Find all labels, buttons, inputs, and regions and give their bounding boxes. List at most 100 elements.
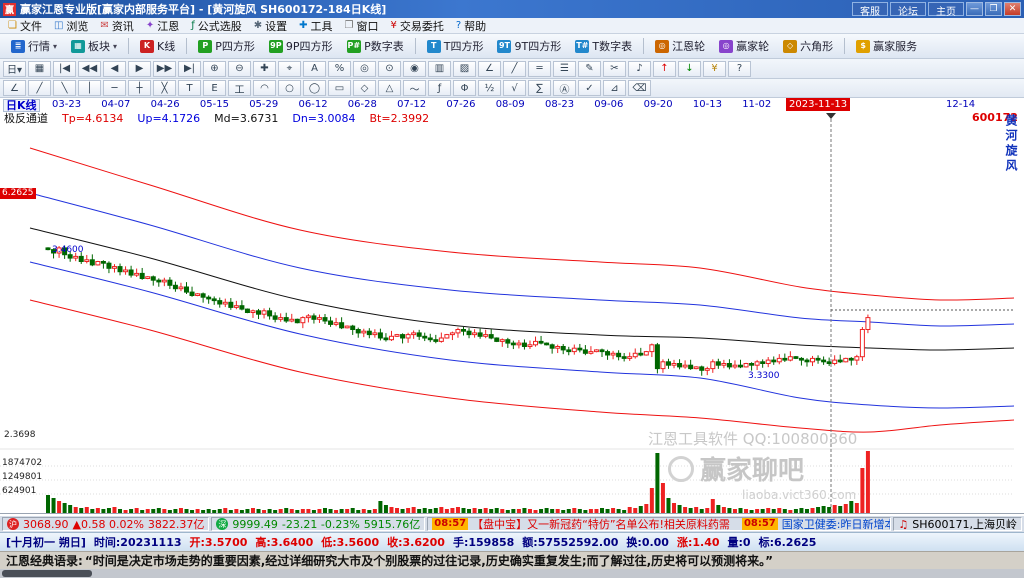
current-stock-panel[interactable]: ♫ SH600171,上海贝岭: [893, 517, 1022, 531]
ellipse-icon[interactable]: ◯: [303, 80, 326, 96]
trend-line-icon[interactable]: ╱: [503, 61, 526, 77]
home-button[interactable]: 主页: [928, 2, 964, 16]
erase-icon[interactable]: ⌫: [628, 80, 651, 96]
info-segment-7: 额:57552592.00: [522, 534, 618, 550]
menu-item-news[interactable]: ✉资讯: [94, 18, 139, 33]
target-icon[interactable]: ⌖: [278, 61, 301, 77]
measure-icon[interactable]: ⊿: [603, 80, 626, 96]
pencil-icon[interactable]: ✎: [578, 61, 601, 77]
9p-square-button[interactable]: 9P9P四方形: [262, 36, 340, 57]
menu-item-formula-stock-pick[interactable]: ƒ公式选股: [185, 18, 248, 33]
up-arrow-icon[interactable]: ↑: [653, 61, 676, 77]
first-bar-icon[interactable]: |◀: [53, 61, 76, 77]
percent-icon[interactable]: %: [328, 61, 351, 77]
sum-icon[interactable]: ∑: [528, 80, 551, 96]
x-cross-icon[interactable]: ╳: [153, 80, 176, 96]
quotes-icon: ≣: [11, 40, 25, 53]
wave-icon[interactable]: 〜: [403, 80, 426, 96]
winner-wheel-button[interactable]: ◎赢家轮: [712, 36, 776, 57]
circle-tool-icon[interactable]: ⊙: [378, 61, 401, 77]
check-icon[interactable]: ✓: [578, 80, 601, 96]
rectangle-icon[interactable]: ▭: [328, 80, 351, 96]
circle-draw-icon[interactable]: ○: [278, 80, 301, 96]
t-number-table-button[interactable]: T#T数字表: [568, 36, 639, 57]
rising-line-icon[interactable]: ╱: [28, 80, 51, 96]
bottom-scrollbar[interactable]: [0, 569, 1024, 578]
zoom-out-icon[interactable]: ⊖: [228, 61, 251, 77]
p-square-button[interactable]: PP四方形: [191, 36, 262, 57]
fib-icon[interactable]: ƒ: [428, 80, 451, 96]
vertical-line-icon[interactable]: │: [78, 80, 101, 96]
kline-button[interactable]: KK线: [133, 36, 182, 57]
bar-forward-icon[interactable]: ▶: [128, 61, 151, 77]
sectors-button[interactable]: ▦板块▾: [64, 36, 124, 57]
menu-item-file[interactable]: ❏文件: [2, 18, 48, 33]
p-number-table-button[interactable]: P#P数字表: [340, 36, 411, 57]
menu-item-tools[interactable]: ✚工具: [293, 18, 338, 33]
half-ratio-icon[interactable]: ½: [478, 80, 501, 96]
menu-item-gann[interactable]: ✦江恩: [140, 18, 185, 33]
help-icon[interactable]: ?: [728, 61, 751, 77]
gann-wheel-small-icon[interactable]: ◎: [353, 61, 376, 77]
gann-grid-icon[interactable]: 工: [228, 80, 251, 96]
indicator-name[interactable]: 极反通道: [4, 110, 48, 126]
title-bar[interactable]: 赢 赢家江恩专业版[赢家内部服务平台] - [黄河旋风 SH600172-184…: [0, 0, 1024, 18]
crosshair-icon[interactable]: ✚: [253, 61, 276, 77]
shenzhen-index-panel[interactable]: 深 9999.49 -23.21 -0.23% 5915.76亿: [211, 517, 425, 531]
winner-service-button[interactable]: $赢家服务: [849, 36, 924, 57]
board-view-icon[interactable]: ▦: [28, 61, 51, 77]
page-back-icon[interactable]: ◀◀: [78, 61, 101, 77]
bar-back-icon[interactable]: ◀: [103, 61, 126, 77]
abc-label-icon[interactable]: Ⓐ: [553, 80, 576, 96]
horizontal-line-icon[interactable]: ═: [528, 61, 551, 77]
maximize-button[interactable]: ❐: [985, 2, 1002, 16]
text-t-icon[interactable]: T: [178, 80, 201, 96]
news-ticker[interactable]: 08:57【盘中宝】又一新冠药“特仿”名单公布!相关原料药需08:57国家卫健委…: [427, 517, 891, 531]
info-bar: [十月初一 朔日]时间:20231113开:3.5700高:3.6400低:3.…: [0, 532, 1024, 551]
note-icon[interactable]: ♪: [628, 61, 651, 77]
triangle-icon[interactable]: △: [378, 80, 401, 96]
close-button[interactable]: ✕: [1004, 2, 1021, 16]
currency-icon[interactable]: ¥: [703, 61, 726, 77]
9t-square-button[interactable]: 9T9T四方形: [490, 36, 568, 57]
angle-icon[interactable]: ∠: [478, 61, 501, 77]
scissors-icon[interactable]: ✂: [603, 61, 626, 77]
text-tool-icon[interactable]: A: [303, 61, 326, 77]
scrollbar-thumb[interactable]: [2, 570, 92, 577]
quotes-button[interactable]: ≣行情▾: [4, 36, 64, 57]
kline-chart[interactable]: [0, 98, 1024, 516]
diamond-icon[interactable]: ◇: [353, 80, 376, 96]
gann-wheel-button[interactable]: ◎江恩轮: [648, 36, 712, 57]
shanghai-index-panel[interactable]: 沪 3068.90 ▲0.58 0.02% 3822.37亿: [2, 517, 209, 531]
menu-item-window[interactable]: ❐窗口: [339, 18, 385, 33]
t-square-button[interactable]: TT四方形: [420, 36, 491, 57]
down-arrow-icon[interactable]: ↓: [678, 61, 701, 77]
hexagon-button[interactable]: ◇六角形: [776, 36, 840, 57]
menu-item-settings[interactable]: ✱设置: [248, 18, 293, 33]
grid-icon[interactable]: ▥: [428, 61, 451, 77]
phi-icon[interactable]: Φ: [453, 80, 476, 96]
root-icon[interactable]: √: [503, 80, 526, 96]
menu-item-help[interactable]: ?帮助: [450, 18, 492, 33]
minimize-button[interactable]: —: [966, 2, 983, 16]
news-headline-0[interactable]: 【盘中宝】又一新冠药“特仿”名单公布!相关原料药需: [472, 517, 730, 531]
horizontal-ray-icon[interactable]: ─: [103, 80, 126, 96]
news-headline-1[interactable]: 国家卫健委:昨日新增本土确诊病例23: [782, 517, 892, 531]
arc-icon[interactable]: ◠: [253, 80, 276, 96]
menu-item-trade-order[interactable]: ¥交易委托: [384, 18, 449, 33]
falling-line-icon[interactable]: ╲: [53, 80, 76, 96]
elliott-wave-icon[interactable]: E: [203, 80, 226, 96]
customer-service-button[interactable]: 客服: [852, 2, 888, 16]
forum-button[interactable]: 论坛: [890, 2, 926, 16]
gann-angle-icon[interactable]: ∠: [3, 80, 26, 96]
cross-line-icon[interactable]: ┼: [128, 80, 151, 96]
date-axis[interactable]: 03-2304-0704-2605-1505-2906-1206-2807-12…: [0, 98, 1024, 111]
zoom-in-icon[interactable]: ⊕: [203, 61, 226, 77]
page-forward-icon[interactable]: ▶▶: [153, 61, 176, 77]
last-bar-icon[interactable]: ▶|: [178, 61, 201, 77]
hatch-grid-icon[interactable]: ▨: [453, 61, 476, 77]
filled-wheel-icon[interactable]: ◉: [403, 61, 426, 77]
list-icon[interactable]: ☰: [553, 61, 576, 77]
period-day-icon[interactable]: 日▾: [3, 61, 26, 77]
menu-item-browse[interactable]: ◫浏览: [48, 18, 94, 33]
